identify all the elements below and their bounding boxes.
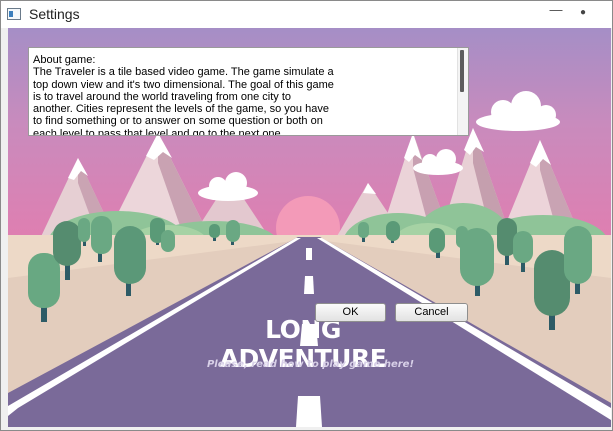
game-subtitle-link[interactable]: Please, read how to play game here! xyxy=(183,359,438,370)
about-text-area[interactable]: About game: The Traveler is a tile based… xyxy=(28,47,469,136)
close-button[interactable]: ● xyxy=(574,5,592,23)
ok-button[interactable]: OK xyxy=(315,303,386,322)
minimize-button[interactable]: — xyxy=(545,3,567,23)
cancel-button[interactable]: Cancel xyxy=(395,303,468,322)
scrollbar-thumb[interactable] xyxy=(460,50,464,92)
window-title: Settings xyxy=(29,6,80,22)
vertical-scrollbar[interactable] xyxy=(457,48,468,135)
about-game-text: About game: The Traveler is a tile based… xyxy=(33,54,334,136)
content-area: LONG ADVENTURE Please, read how to play … xyxy=(8,28,611,427)
settings-window: Settings — ● LONG ADVENTURE Please, read… xyxy=(0,0,613,431)
app-icon xyxy=(7,8,21,20)
title-bar[interactable]: Settings — ● xyxy=(1,1,612,28)
